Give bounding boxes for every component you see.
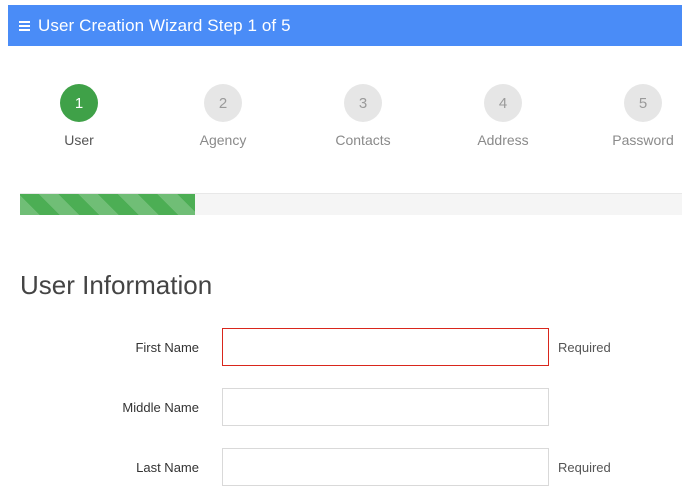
hamburger-menu-icon[interactable] xyxy=(19,21,30,31)
last-name-row: Last Name Required xyxy=(0,448,682,488)
wizard-title: User Creation Wizard Step 1 of 5 xyxy=(38,15,291,35)
middle-name-row: Middle Name xyxy=(0,388,682,428)
step-number: 3 xyxy=(344,84,382,122)
middle-name-label: Middle Name xyxy=(122,400,199,415)
step-label: Password xyxy=(612,132,674,148)
step-label: User xyxy=(64,132,94,148)
first-name-input[interactable] xyxy=(222,328,549,366)
step-number: 5 xyxy=(624,84,662,122)
step-contacts[interactable]: 3 Contacts xyxy=(308,84,418,148)
step-address[interactable]: 4 Address xyxy=(448,84,558,148)
step-user[interactable]: 1 User xyxy=(24,84,134,148)
first-name-row: First Name Required xyxy=(0,328,682,368)
step-number: 2 xyxy=(204,84,242,122)
step-label: Address xyxy=(477,132,529,148)
last-name-input[interactable] xyxy=(222,448,549,486)
middle-name-input[interactable] xyxy=(222,388,549,426)
step-agency[interactable]: 2 Agency xyxy=(168,84,278,148)
progress-fill xyxy=(20,194,195,215)
first-name-required-hint: Required xyxy=(558,340,611,355)
step-password[interactable]: 5 Password xyxy=(588,84,682,148)
wizard-steps: 1 User 2 Agency 3 Contacts 4 Address 5 P… xyxy=(0,84,682,164)
last-name-label: Last Name xyxy=(136,460,199,475)
last-name-required-hint: Required xyxy=(558,460,611,475)
section-title: User Information xyxy=(20,270,213,300)
step-number: 1 xyxy=(60,84,98,122)
wizard-progress-bar xyxy=(20,193,682,215)
step-label: Agency xyxy=(199,132,247,148)
wizard-header: User Creation Wizard Step 1 of 5 xyxy=(8,5,682,46)
first-name-label: First Name xyxy=(135,340,199,355)
step-label: Contacts xyxy=(335,132,391,148)
step-number: 4 xyxy=(484,84,522,122)
